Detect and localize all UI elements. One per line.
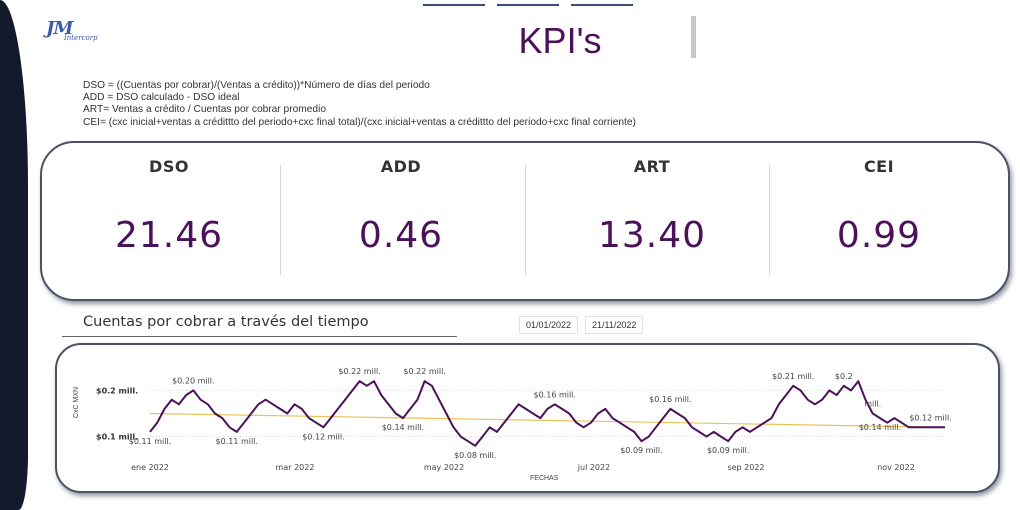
x-tick-label: nov 2022	[877, 463, 915, 472]
data-label: $0.16 mill.	[534, 390, 576, 399]
chart-x-axis-title: FECHAS	[530, 475, 559, 482]
chart-y-axis-title: CxC MXN	[73, 386, 80, 418]
data-label: mill.	[864, 400, 881, 409]
x-tick-label: sep 2022	[727, 463, 764, 472]
data-label: $0.12 mill.	[909, 413, 951, 422]
data-label: $0.12 mill.	[302, 432, 344, 441]
data-label: $0.2	[835, 372, 853, 381]
data-label: $0.11 mill.	[129, 437, 171, 446]
data-label: $0.16 mill.	[649, 395, 691, 404]
data-label: $0.14 mill.	[382, 423, 424, 432]
y-tick-label: $0.2 mill.	[96, 386, 138, 395]
x-tick-label: may 2022	[424, 463, 464, 472]
data-label: $0.09 mill.	[707, 446, 749, 455]
data-label: $0.08 mill.	[454, 451, 496, 460]
data-label: $0.09 mill.	[620, 446, 662, 455]
receivables-line-chart: $0.1 mill.$0.2 mill.ene 2022 mar 2022 may …	[96, 367, 952, 472]
trend-line	[149, 412, 946, 428]
data-label: $0.11 mill.	[216, 437, 258, 446]
data-label: $0.22 mill.	[338, 367, 380, 376]
x-tick-label: jul 2022	[577, 463, 610, 472]
data-label: $0.21 mill.	[772, 372, 814, 381]
x-tick-label: mar 2022	[276, 463, 315, 472]
data-label: $0.14 mill.	[859, 423, 901, 432]
data-label: $0.22 mill.	[403, 367, 445, 376]
data-label: $0.20 mill.	[172, 376, 214, 385]
x-tick-label: ene 2022	[131, 463, 169, 472]
